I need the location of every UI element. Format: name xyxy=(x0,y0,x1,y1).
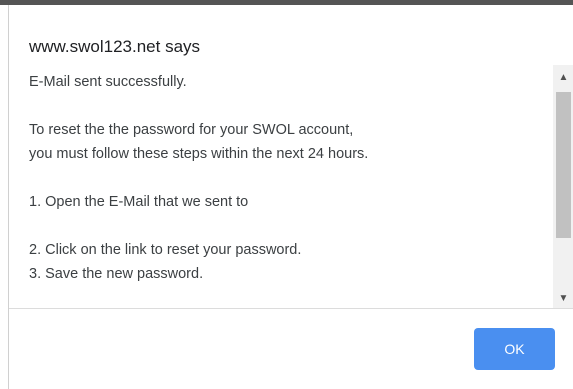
page: www.swol123.net says E-Mail sent success… xyxy=(0,0,573,389)
message-line xyxy=(29,94,544,118)
message-scrollbar[interactable]: ▲ ▼ xyxy=(553,65,573,308)
dialog-title: www.swol123.net says xyxy=(29,37,201,56)
message-line xyxy=(29,166,544,190)
scroll-thumb[interactable] xyxy=(556,92,571,238)
alert-dialog: www.swol123.net says E-Mail sent success… xyxy=(8,5,573,389)
message-line: E-Mail sent successfully. xyxy=(29,74,187,90)
message-area: E-Mail sent successfully. To reset the t… xyxy=(9,65,573,309)
scroll-down-arrow-icon[interactable]: ▼ xyxy=(553,289,573,308)
message-line: you must follow these steps within the n… xyxy=(29,146,369,162)
message-line: 3. Save the new password. xyxy=(29,266,204,282)
scroll-up-arrow-icon[interactable]: ▲ xyxy=(553,68,573,88)
ok-button[interactable]: OK xyxy=(474,328,555,370)
message-text: E-Mail sent successfully. To reset the t… xyxy=(29,70,544,286)
message-line: To reset the the password for your SWOL … xyxy=(29,122,354,138)
message-line: 1. Open the E-Mail that we sent to xyxy=(29,194,249,210)
message-line: 2. Click on the link to reset your passw… xyxy=(29,242,302,258)
message-line xyxy=(29,214,544,238)
